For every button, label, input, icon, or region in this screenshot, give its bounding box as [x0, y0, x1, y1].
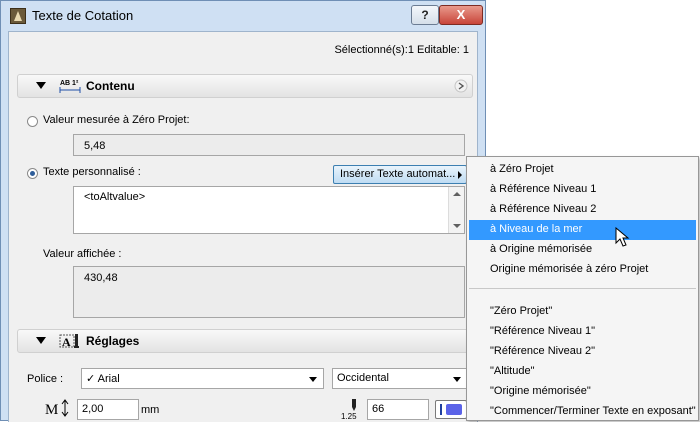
menu-item-zero-projet[interactable]: à Zéro Projet — [469, 160, 696, 180]
scroll-up-icon[interactable] — [453, 192, 461, 196]
menu-item-text-altitude[interactable]: "Altitude" — [469, 362, 696, 382]
displayed-value-field: 430,48 — [73, 266, 465, 318]
selection-info: Sélectionné(s):1 Editable: 1 — [334, 44, 469, 56]
pen-icon — [352, 399, 356, 411]
insert-autotext-button[interactable]: Insérer Texte automat... — [333, 165, 467, 184]
dimension-text-dialog: Texte de Cotation ? X Sélectionné(s):1 E… — [0, 0, 486, 422]
autotext-context-menu: à Zéro Projet à Référence Niveau 1 à Réf… — [466, 156, 699, 421]
pen-color-bar — [440, 404, 442, 415]
menu-item-text-origine[interactable]: "Origine mémorisée" — [469, 382, 696, 402]
dialog-title: Texte de Cotation — [32, 8, 134, 23]
measured-value-field: 5,48 — [73, 134, 465, 156]
menu-item-text-exposant[interactable]: "Commencer/Terminer Texte en exposant" — [469, 402, 696, 422]
reglages-title: Réglages — [86, 334, 140, 348]
menu-separator — [469, 288, 696, 289]
submenu-arrow-icon — [458, 171, 462, 179]
archicad-app-icon — [10, 8, 26, 24]
title-bar[interactable]: Texte de Cotation ? X — [1, 1, 485, 31]
contenu-section-header[interactable]: AB 1² Contenu — [17, 74, 473, 98]
dimension-text-icon: AB 1² — [59, 80, 81, 93]
custom-text-scrollbar[interactable] — [448, 187, 464, 233]
section-arrow-icon — [454, 79, 468, 93]
menu-item-niveau-mer[interactable]: à Niveau de la mer — [469, 220, 696, 240]
custom-text-area[interactable]: <toAltvalue> — [73, 186, 465, 234]
menu-item-ref-niveau-1[interactable]: à Référence Niveau 1 — [469, 180, 696, 200]
close-button[interactable]: X — [439, 5, 483, 25]
text-size-input[interactable]: 2,00 — [77, 399, 139, 420]
insert-autotext-label: Insérer Texte automat... — [340, 168, 456, 180]
svg-text:M: M — [45, 402, 58, 417]
pen-color-chip — [446, 404, 462, 415]
displayed-value-label: Valeur affichée : — [43, 248, 122, 260]
pen-color-swatch-button[interactable] — [435, 400, 467, 419]
menu-item-text-ref-niveau-1[interactable]: "Référence Niveau 1" — [469, 322, 696, 342]
mouse-cursor-icon — [615, 227, 630, 247]
measured-value-radio[interactable] — [27, 116, 38, 127]
text-height-icon: M — [45, 399, 69, 417]
text-settings-icon: A — [59, 334, 79, 349]
pen-number-input[interactable]: 66 — [367, 399, 429, 420]
menu-item-text-zero-projet[interactable]: "Zéro Projet" — [469, 302, 696, 322]
collapse-triangle-icon[interactable] — [36, 82, 46, 89]
svg-text:AB 1²: AB 1² — [60, 80, 79, 87]
menu-item-origine-zero-projet[interactable]: Origine mémorisée à zéro Projet — [469, 260, 696, 280]
script-select-value: Occidental — [337, 372, 389, 384]
custom-text-value: <toAltvalue> — [84, 191, 146, 203]
menu-item-ref-niveau-2[interactable]: à Référence Niveau 2 — [469, 200, 696, 220]
font-select-value: ✓ Arial — [86, 373, 120, 385]
svg-text:A: A — [62, 335, 71, 349]
chevron-down-icon — [309, 377, 317, 382]
menu-item-origine-memorisee[interactable]: à Origine mémorisée — [469, 240, 696, 260]
custom-text-label: Texte personnalisé : — [43, 166, 141, 178]
menu-item-text-ref-niveau-2[interactable]: "Référence Niveau 2" — [469, 342, 696, 362]
font-select[interactable]: ✓ Arial — [81, 368, 324, 389]
reglages-section-header[interactable]: A Réglages — [17, 329, 473, 353]
contenu-title: Contenu — [86, 79, 135, 93]
font-label: Police : — [27, 373, 64, 385]
script-select[interactable]: Occidental — [332, 368, 468, 389]
pen-scale-label: 1.25 — [341, 412, 357, 421]
collapse-triangle-icon[interactable] — [36, 337, 46, 344]
measured-value-label: Valeur mesurée à Zéro Projet: — [43, 114, 190, 126]
scroll-down-icon[interactable] — [453, 224, 461, 228]
custom-text-radio[interactable] — [27, 168, 38, 179]
dialog-body: Sélectionné(s):1 Editable: 1 AB 1² Conte… — [8, 31, 478, 422]
help-button[interactable]: ? — [411, 5, 439, 25]
text-size-unit: mm — [141, 404, 160, 416]
chevron-down-icon — [453, 377, 461, 382]
